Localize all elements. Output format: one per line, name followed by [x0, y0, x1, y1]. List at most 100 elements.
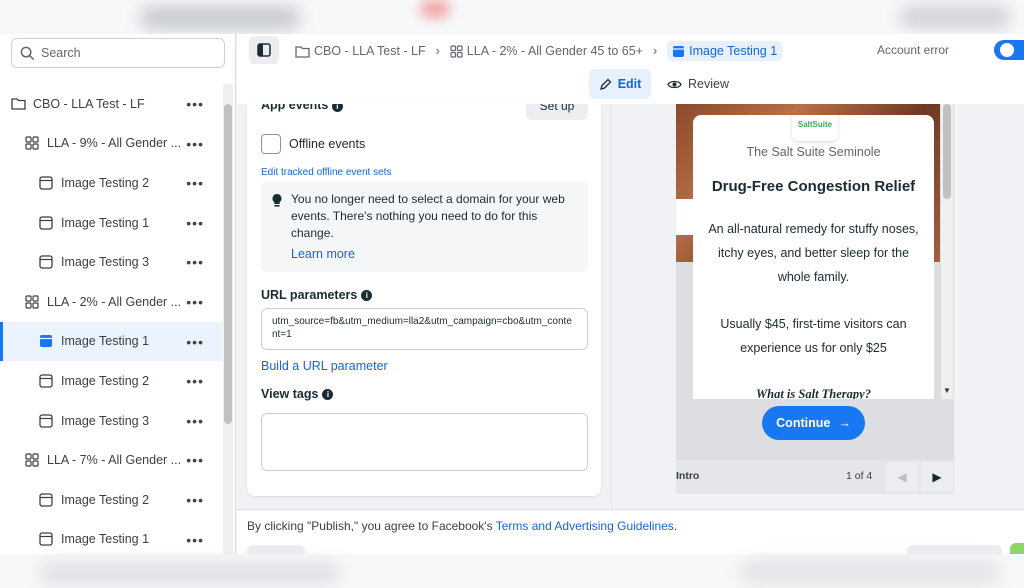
preview-scrollbar-thumb[interactable]	[943, 104, 951, 199]
caret-left-icon: ◀	[897, 470, 907, 484]
breadcrumb-campaign-label: CBO - LLA Test - LF	[314, 44, 426, 58]
form-area: App events i Set up Offline events Edit …	[237, 104, 611, 509]
sidebar-item-label: Image Testing 1	[61, 215, 150, 230]
sidebar-item-ad[interactable]: Image Testing 3 •••	[0, 401, 222, 441]
sidebar-item-ad[interactable]: Image Testing 2 •••	[0, 480, 222, 520]
caret-down-icon[interactable]: ▼	[943, 386, 951, 395]
sidebar-item-ad[interactable]: Image Testing 2 •••	[0, 361, 222, 401]
account-status: Account error	[876, 43, 949, 57]
brand-logo: SaltSuite	[792, 115, 838, 141]
breadcrumb: CBO - LLA Test - LF › LLA - 2% - All Gen…	[295, 41, 783, 61]
folder-icon	[295, 45, 310, 58]
url-parameters-input[interactable]: utm_source=fb&utm_medium=lla2&utm_campai…	[261, 308, 588, 350]
search-input[interactable]: Search	[11, 38, 225, 68]
chevron-right-icon: ›	[652, 44, 658, 58]
edit-label: Edit	[617, 77, 642, 91]
more-options-icon[interactable]: •••	[186, 373, 204, 389]
sidebar-item-label: Image Testing 1	[61, 532, 150, 547]
review-label: Review	[688, 77, 729, 91]
ad-icon	[673, 45, 685, 57]
sidebar: Search CBO - LLA Test - LF ••• LLA - 9% - …	[0, 34, 236, 554]
previous-page-button[interactable]: ◀	[886, 462, 918, 492]
sidebar-item-label: Image Testing 2	[61, 373, 150, 388]
ad-icon	[38, 492, 54, 508]
pager-count: 1 of 4	[846, 470, 873, 482]
next-page-button[interactable]: ▶	[921, 462, 953, 492]
arrow-right-icon: →	[838, 416, 851, 430]
more-options-icon[interactable]: •••	[186, 294, 204, 310]
sidebar-item-label: LLA - 9% - All Gender ...	[47, 136, 182, 151]
breadcrumb-campaign[interactable]: CBO - LLA Test - LF	[295, 44, 426, 58]
grid-icon	[24, 294, 40, 310]
sidebar-item-campaign[interactable]: CBO - LLA Test - LF •••	[0, 84, 222, 124]
sidebar-item-label: Image Testing 1	[61, 334, 150, 349]
pencil-icon	[599, 78, 612, 90]
more-options-icon[interactable]: •••	[186, 532, 204, 548]
tracking-card: App events i Set up Offline events Edit …	[247, 104, 601, 496]
search-placeholder: Search	[41, 46, 81, 60]
terms-prefix: By clicking "Publish," you agree to Face…	[247, 519, 496, 533]
scrollbar-thumb[interactable]	[224, 104, 232, 424]
sidebar-item-ad[interactable]: Image Testing 1 •••	[0, 203, 222, 243]
ad-icon	[38, 333, 54, 349]
more-options-icon[interactable]: •••	[186, 413, 204, 429]
mode-bar: Edit Review	[237, 66, 1024, 104]
more-options-icon[interactable]: •••	[186, 492, 204, 508]
more-options-icon[interactable]: •••	[186, 334, 204, 350]
ad-icon	[38, 373, 54, 389]
panel-toggle-button[interactable]	[249, 36, 279, 64]
terms-notice: By clicking "Publish," you agree to Face…	[247, 519, 677, 533]
sidebar-item-label: CBO - LLA Test - LF	[33, 96, 145, 111]
domain-notice: You no longer need to select a domain fo…	[261, 181, 588, 272]
ad-icon	[38, 175, 54, 191]
breadcrumb-adset[interactable]: LLA - 2% - All Gender 45 to 65+	[450, 44, 643, 58]
sidebar-item-label: Image Testing 3	[61, 255, 150, 270]
info-icon: i	[322, 388, 334, 400]
sidebar-item-ad[interactable]: Image Testing 2 •••	[0, 163, 222, 203]
intro-offer: Usually $45, first-time visitors can exp…	[720, 317, 907, 355]
more-options-icon[interactable]: •••	[186, 452, 204, 468]
instant-form-intro: SaltSuite The Salt Suite Seminole Drug-F…	[693, 115, 934, 399]
sidebar-item-label: Image Testing 2	[61, 492, 150, 507]
pager-label: Intro	[676, 470, 700, 482]
edit-offline-events-link[interactable]: Edit tracked offline event sets	[261, 167, 391, 178]
build-url-parameter-link[interactable]: Build a URL parameter	[261, 359, 388, 373]
more-options-icon[interactable]: •••	[186, 96, 204, 112]
folder-icon	[10, 96, 26, 112]
grid-icon	[450, 44, 463, 58]
offline-events-checkbox[interactable]	[261, 134, 281, 154]
sidebar-item-label: Image Testing 2	[61, 175, 150, 190]
edit-mode-button[interactable]: Edit	[589, 69, 651, 99]
sidebar-item-adset[interactable]: LLA - 9% - All Gender ... •••	[0, 124, 222, 164]
caret-right-icon: ▶	[932, 470, 942, 484]
set-up-button[interactable]: Set up	[526, 104, 588, 120]
brand-name: The Salt Suite Seminole	[746, 145, 881, 159]
breadcrumb-ad[interactable]: Image Testing 1	[667, 41, 783, 61]
ad-preview-area: ▼ SaltSuite The Salt Suite Seminole Drug…	[611, 104, 1024, 509]
ad-toggle-switch[interactable]	[994, 40, 1024, 60]
preview-scrollbar[interactable]: ▼	[941, 104, 953, 399]
more-options-icon[interactable]: •••	[186, 136, 204, 152]
view-tags-input[interactable]	[261, 413, 588, 471]
more-options-icon[interactable]: •••	[186, 254, 204, 270]
terms-link[interactable]: Terms and Advertising Guidelines	[496, 519, 674, 533]
intro-body: An all-natural remedy for stuffy noses, …	[708, 222, 919, 284]
sidebar-item-adset[interactable]: LLA - 2% - All Gender ... •••	[0, 282, 222, 322]
blurred-header	[0, 0, 1024, 34]
sidebar-item-ad[interactable]: Image Testing 1 •••	[0, 321, 222, 362]
top-bar: CBO - LLA Test - LF › LLA - 2% - All Gen…	[237, 34, 1024, 66]
learn-more-link[interactable]: Learn more	[291, 246, 578, 263]
sidebar-item-label: LLA - 7% - All Gender ...	[47, 453, 182, 468]
review-mode-button[interactable]: Review	[667, 69, 729, 99]
sidebar-item-ad[interactable]: Image Testing 3 •••	[0, 242, 222, 282]
view-tags-label: View tags i	[261, 387, 334, 401]
sidebar-item-adset[interactable]: LLA - 7% - All Gender ... •••	[0, 440, 222, 480]
footer: By clicking "Publish," you agree to Face…	[237, 509, 1024, 559]
sidebar-scrollbar[interactable]	[223, 84, 233, 554]
more-options-icon[interactable]: •••	[186, 215, 204, 231]
more-options-icon[interactable]: •••	[186, 175, 204, 191]
grid-icon	[24, 135, 40, 151]
ad-preview: ▼ SaltSuite The Salt Suite Seminole Drug…	[676, 104, 954, 494]
search-icon	[20, 46, 35, 60]
continue-button[interactable]: Continue →	[762, 406, 865, 440]
